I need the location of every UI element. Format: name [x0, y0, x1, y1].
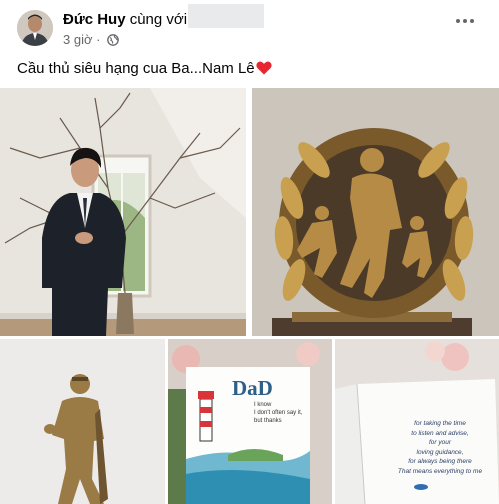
card-inside-line-5: for always being there [408, 458, 472, 465]
author-name[interactable]: Đức Huy [63, 11, 126, 28]
globe-icon[interactable] [107, 34, 119, 46]
card-inside-line-3: for your [428, 439, 452, 446]
post-header-line: Đức Huy cùng với [63, 11, 187, 28]
card-dad-line-2: I don't often say it, [254, 410, 303, 416]
card-dad-line-1: I know [254, 402, 272, 408]
author-avatar[interactable] [17, 10, 53, 46]
with-text: cùng với [129, 11, 188, 28]
caption-text: Cầu thủ siêu hạng cua Ba...Nam Lê [17, 60, 255, 77]
card-dad-message: I know I don't often say it, but thanks [254, 401, 303, 425]
more-options-icon[interactable] [456, 19, 476, 27]
post-caption: Cầu thủ siêu hạng cua Ba...Nam Lê [17, 60, 272, 77]
post-meta: 3 giờ · [63, 32, 119, 47]
photo-football-trophy[interactable] [252, 88, 499, 336]
card-dad-title: DaD [232, 376, 273, 400]
meta-separator: · [96, 32, 101, 47]
red-heart-emoji-icon [256, 61, 272, 75]
photo-man-in-suit[interactable] [0, 88, 246, 336]
card-inside-line-2: to listen and advise, [411, 429, 469, 437]
card-inside-line-6: That means everything to me [397, 467, 483, 475]
photo-dad-card-front[interactable]: DaD I know I don't often say it, but tha… [168, 339, 332, 504]
card-inside-message: for taking the time to listen and advise… [385, 419, 495, 476]
photo-card-inside[interactable]: for taking the time to listen and advise… [335, 339, 499, 504]
post-time[interactable]: 3 giờ [63, 32, 93, 47]
photo-gold-statue[interactable] [0, 339, 165, 504]
card-inside-line-4: loving guidance, [416, 448, 464, 456]
card-inside-line-1: for taking the time [414, 420, 466, 427]
card-dad-line-3: but thanks [254, 418, 282, 424]
tagged-person-redacted[interactable] [188, 4, 264, 28]
